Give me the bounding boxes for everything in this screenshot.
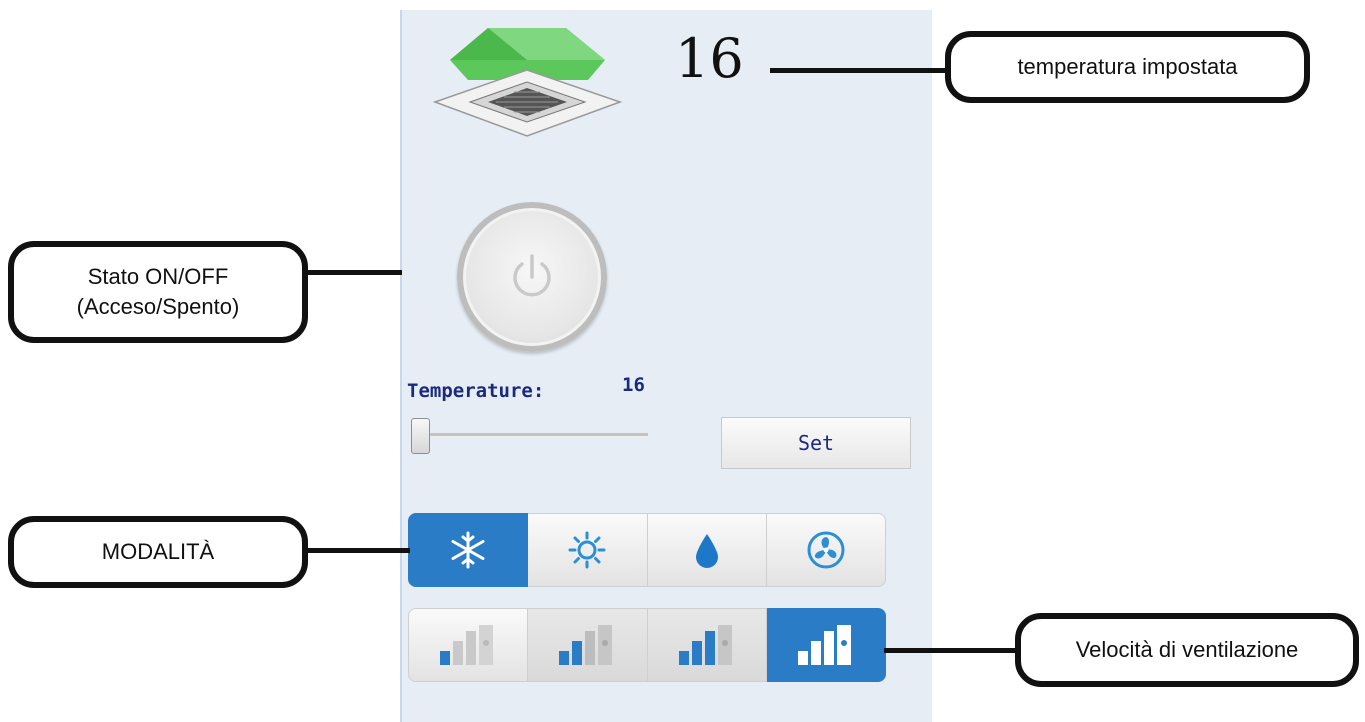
temperature-value: 16	[622, 374, 645, 396]
callout-line-set-temperature	[770, 68, 948, 73]
callout-line-fan-speed	[884, 648, 1019, 653]
temperature-slider-thumb[interactable]	[411, 418, 430, 454]
callout-power: Stato ON/OFF (Acceso/Spento)	[8, 241, 308, 343]
fan-speed-auto-button[interactable]	[766, 608, 886, 682]
callout-fan-speed: Velocità di ventilazione	[1015, 613, 1359, 687]
set-temperature-display: 16	[675, 27, 744, 90]
temperature-slider-track[interactable]	[420, 433, 648, 437]
fan-speed-2-icon	[559, 625, 613, 665]
fan-speed-selector	[408, 608, 886, 682]
snowflake-icon	[451, 531, 485, 569]
water-drop-icon	[695, 534, 718, 568]
fan-speed-3-button[interactable]	[647, 608, 767, 682]
mode-heat-button[interactable]	[528, 513, 648, 587]
fan-icon	[807, 531, 845, 569]
callout-power-text-line1: Stato ON/OFF	[87, 264, 229, 290]
fan-speed-3-icon	[678, 625, 732, 665]
power-icon	[513, 254, 551, 297]
sun-icon	[568, 531, 606, 569]
cassette-ac-unit-icon	[432, 28, 623, 137]
temperature-label: Temperature:	[407, 380, 545, 402]
mode-fan-button[interactable]	[766, 513, 886, 587]
callout-power-text-line2: (Acceso/Spento)	[76, 294, 240, 319]
callout-set-temperature-text: temperatura impostata	[1017, 54, 1238, 80]
callout-set-temperature: temperatura impostata	[945, 31, 1310, 103]
mode-selector	[408, 513, 886, 587]
fan-speed-2-button[interactable]	[528, 608, 648, 682]
fan-speed-1-button[interactable]	[408, 608, 529, 682]
fan-speed-1-icon	[440, 625, 494, 665]
callout-mode-text: MODALITÀ	[101, 539, 215, 565]
callout-line-mode	[305, 548, 410, 553]
fan-speed-auto-icon	[797, 625, 851, 665]
power-button[interactable]	[457, 202, 607, 352]
mode-dry-button[interactable]	[647, 513, 767, 587]
callout-fan-speed-text: Velocità di ventilazione	[1075, 637, 1299, 663]
set-button[interactable]: Set	[721, 417, 911, 469]
mode-cool-button[interactable]	[408, 513, 529, 587]
callout-line-power	[305, 270, 402, 275]
callout-mode: MODALITÀ	[8, 516, 308, 588]
